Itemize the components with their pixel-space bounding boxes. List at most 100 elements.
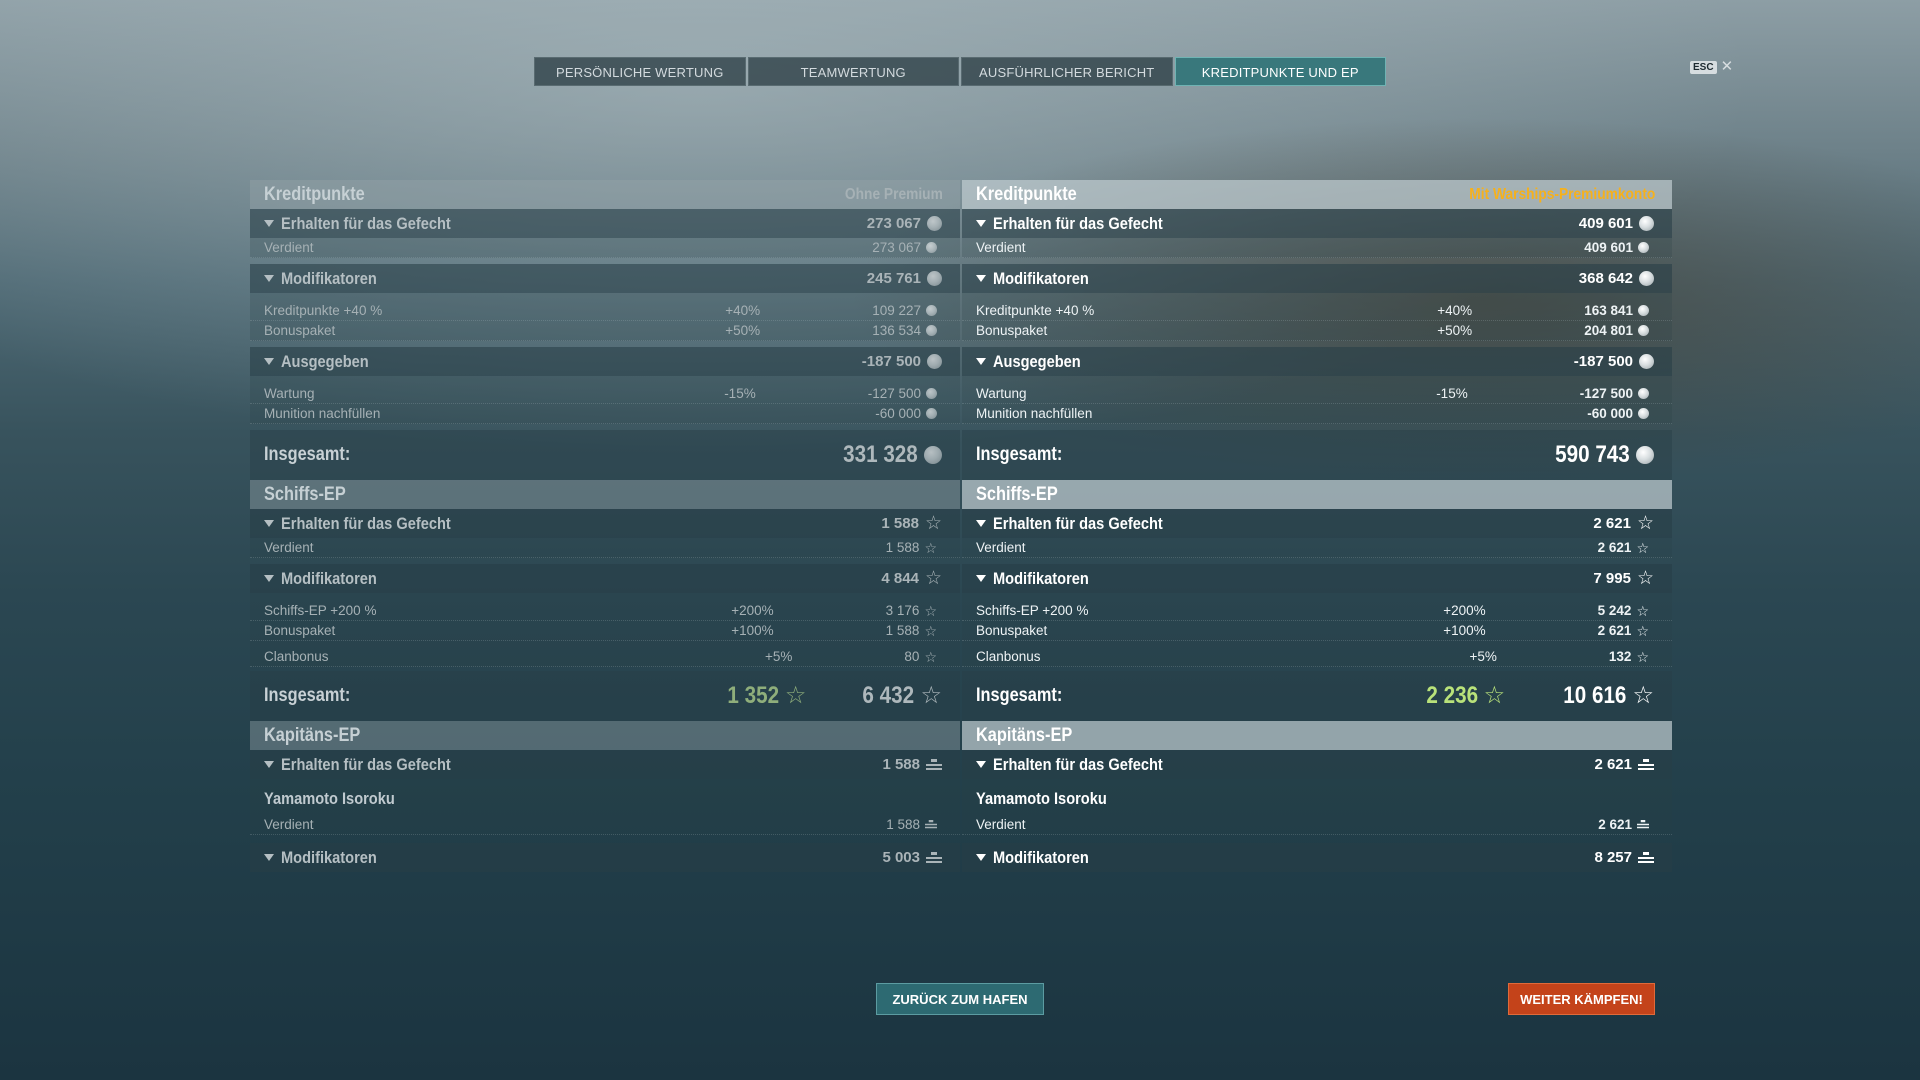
- credits-title: Kreditpunkte: [264, 183, 365, 205]
- ship-xp-header: Schiffs-EP: [962, 480, 1672, 509]
- tab-personal-score[interactable]: PERSÖNLICHE WERTUNG: [534, 57, 746, 86]
- section-value: 2 621: [1593, 515, 1631, 532]
- section-label: Modifikatoren: [281, 268, 377, 288]
- account-type-label: Ohne Premium: [845, 185, 943, 203]
- credits-title: Kreditpunkte: [976, 183, 1077, 205]
- captain-xp-icon: [1638, 758, 1654, 771]
- ship-xp-modifiers-section[interactable]: Modifikatoren 7 995 ☆: [962, 564, 1672, 593]
- list-item: Verdient 2 621: [962, 815, 1672, 835]
- free-xp-star-icon: ☆: [1483, 682, 1506, 709]
- credits-coin-icon: [1638, 325, 1649, 336]
- ship-xp-title: Schiffs-EP: [976, 483, 1058, 505]
- credits-earned-section[interactable]: Erhalten für das Gefecht 273 067: [250, 209, 960, 238]
- credits-earned-section[interactable]: Erhalten für das Gefecht 409 601: [962, 209, 1672, 238]
- section-value: 1 588: [882, 756, 920, 773]
- free-xp-value: 1 352: [727, 682, 779, 709]
- captain-xp-earned-section[interactable]: Erhalten für das Gefecht 1 588: [250, 750, 960, 779]
- triangle-down-icon: [264, 575, 274, 582]
- credits-header: Kreditpunkte Ohne Premium: [250, 180, 960, 209]
- xp-star-icon: ☆: [1636, 539, 1649, 556]
- credits-coin-icon: [927, 271, 942, 286]
- credits-modifiers-section[interactable]: Modifikatoren 245 761: [250, 264, 960, 293]
- section-label: Modifikatoren: [993, 847, 1089, 867]
- credits-coin-icon: [1639, 354, 1654, 369]
- section-value: -187 500: [861, 353, 921, 370]
- tab-team-score[interactable]: TEAMWERTUNG: [747, 57, 959, 86]
- section-label: Modifikatoren: [281, 847, 377, 867]
- captain-xp-modifiers-section[interactable]: Modifikatoren 8 257: [962, 843, 1672, 872]
- standard-account-column: Kreditpunkte Ohne Premium Erhalten für d…: [250, 180, 960, 872]
- section-value: 409 601: [1578, 215, 1633, 232]
- triangle-down-icon: [264, 220, 274, 227]
- list-item: Munition nachfüllen -60 000: [962, 404, 1672, 424]
- captain-xp-modifiers-section[interactable]: Modifikatoren 5 003: [250, 843, 960, 872]
- back-to-port-button[interactable]: ZURÜCK ZUM HAFEN: [876, 983, 1044, 1015]
- xp-star-icon: ☆: [1636, 602, 1649, 619]
- tab-credits-and-xp[interactable]: KREDITPUNKTE UND EP: [1174, 57, 1386, 86]
- triangle-down-icon: [264, 358, 274, 365]
- total-value: 6 432: [862, 682, 915, 709]
- credits-modifiers-section[interactable]: Modifikatoren 368 642: [962, 264, 1672, 293]
- triangle-down-icon: [976, 358, 986, 365]
- esc-key-label: ESC: [1690, 60, 1717, 74]
- credits-coin-icon: [926, 325, 937, 336]
- section-value: 1 588: [881, 515, 919, 532]
- credits-coin-icon: [1639, 216, 1654, 231]
- list-item: Bonuspaket +50% 136 534: [250, 321, 960, 341]
- total-value: 590 743: [1555, 441, 1630, 468]
- xp-star-icon: ☆: [1632, 682, 1654, 709]
- xp-star-icon: ☆: [924, 602, 937, 619]
- free-xp-value: 2 236: [1425, 682, 1478, 709]
- section-label: Ausgegeben: [993, 351, 1081, 371]
- credits-coin-icon: [1638, 242, 1649, 253]
- credits-coin-icon: [926, 242, 937, 253]
- captain-name: Yamamoto Isoroku: [962, 779, 1672, 815]
- credits-coin-icon: [927, 216, 942, 231]
- total-label: Insgesamt:: [264, 444, 351, 465]
- triangle-down-icon: [264, 275, 274, 282]
- xp-star-icon: ☆: [1636, 568, 1654, 589]
- list-item: Kreditpunkte +40 % +40% 163 841: [962, 301, 1672, 321]
- list-item: Verdient 409 601: [962, 238, 1672, 258]
- captain-xp-icon: [926, 851, 942, 864]
- total-value: 10 616: [1563, 682, 1627, 709]
- credits-coin-icon: [926, 305, 937, 316]
- credits-coin-icon: [1638, 305, 1649, 316]
- ship-xp-earned-section[interactable]: Erhalten für das Gefecht 1 588 ☆: [250, 509, 960, 538]
- credits-header: Kreditpunkte Mit Warships-Premiumkonto: [962, 180, 1672, 209]
- section-value: 8 257: [1594, 849, 1632, 866]
- section-label: Ausgegeben: [281, 351, 369, 371]
- ship-xp-total: Insgesamt: 2 236 ☆ 10 616 ☆: [962, 671, 1672, 721]
- ship-xp-earned-section[interactable]: Erhalten für das Gefecht 2 621 ☆: [962, 509, 1672, 538]
- captain-xp-earned-section[interactable]: Erhalten für das Gefecht 2 621: [962, 750, 1672, 779]
- xp-star-icon: ☆: [924, 513, 942, 534]
- credits-spent-section[interactable]: Ausgegeben -187 500: [962, 347, 1672, 376]
- section-label: Erhalten für das Gefecht: [281, 513, 451, 533]
- captain-xp-icon: [1638, 851, 1654, 864]
- list-item: Clanbonus +5% 132 ☆: [962, 647, 1672, 667]
- captain-xp-icon: [926, 758, 942, 771]
- credits-total: Insgesamt: 590 743: [962, 430, 1672, 480]
- close-x-icon: ✕: [1720, 58, 1734, 75]
- credits-spent-section[interactable]: Ausgegeben -187 500: [250, 347, 960, 376]
- total-value: 331 328: [843, 441, 918, 468]
- xp-star-icon: ☆: [1636, 622, 1649, 639]
- section-value: 7 995: [1593, 570, 1631, 587]
- xp-star-icon: ☆: [924, 539, 937, 556]
- keep-fighting-button[interactable]: WEITER KÄMPFEN!: [1508, 983, 1655, 1015]
- list-item: Bonuspaket +50% 204 801: [962, 321, 1672, 341]
- section-value: 245 761: [866, 270, 921, 287]
- ship-xp-modifiers-section[interactable]: Modifikatoren 4 844 ☆: [250, 564, 960, 593]
- total-label: Insgesamt:: [264, 685, 351, 706]
- section-label: Erhalten für das Gefecht: [993, 754, 1163, 774]
- credits-coin-icon: [926, 388, 937, 399]
- ship-xp-title: Schiffs-EP: [264, 483, 346, 505]
- list-item: Verdient 1 588 ☆: [250, 538, 960, 558]
- list-item: Wartung -15% -127 500: [250, 384, 960, 404]
- credits-total: Insgesamt: 331 328: [250, 430, 960, 480]
- close-button[interactable]: ESC ✕: [1690, 58, 1734, 75]
- captain-xp-icon: [1637, 820, 1649, 829]
- tab-detailed-report[interactable]: AUSFÜHRLICHER BERICHT: [961, 57, 1173, 86]
- credits-coin-icon: [1638, 388, 1649, 399]
- list-item: Munition nachfüllen -60 000: [250, 404, 960, 424]
